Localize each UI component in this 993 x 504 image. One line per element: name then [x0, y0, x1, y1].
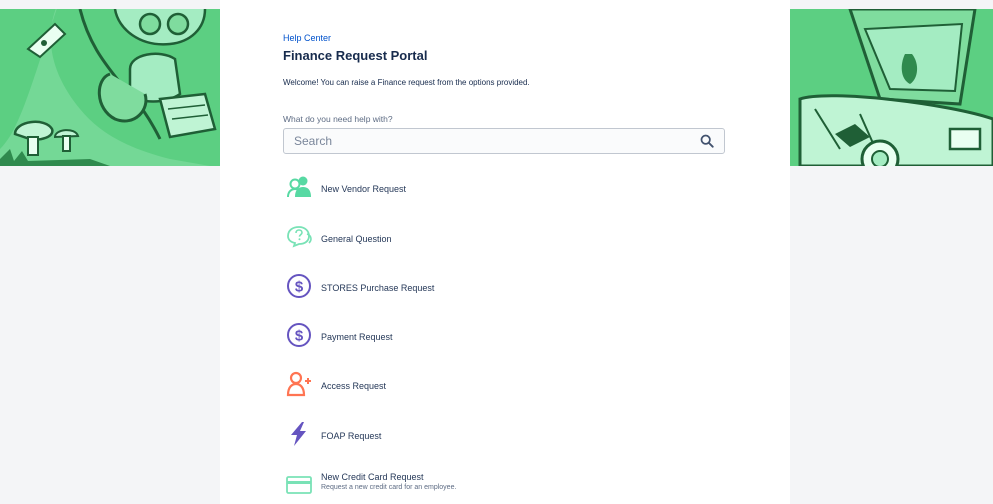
request-type-label: New Vendor Request	[321, 184, 407, 194]
banner-cart-illustration	[790, 9, 993, 166]
welcome-message: Welcome! You can raise a Finance request…	[283, 78, 530, 87]
request-type-label: Payment Request	[321, 332, 393, 342]
breadcrumb-help-center[interactable]: Help Center	[283, 33, 331, 43]
request-type-label: STORES Purchase Request	[321, 283, 435, 293]
request-type-label: Access Request	[321, 381, 387, 391]
request-type-general-question[interactable]: General Question	[283, 223, 723, 253]
request-type-new-credit-card[interactable]: New Credit Card Request Request a new cr…	[283, 470, 723, 500]
credit-card-icon	[286, 476, 312, 494]
search-label: What do you need help with?	[283, 114, 393, 124]
banner-robot-illustration	[0, 9, 220, 166]
request-type-new-vendor[interactable]: New Vendor Request	[283, 173, 723, 203]
request-type-access[interactable]: Access Request	[283, 370, 723, 400]
search-icon[interactable]	[700, 134, 714, 148]
question-bubble-icon	[287, 226, 312, 248]
page-title: Finance Request Portal	[283, 48, 428, 63]
search-box[interactable]	[283, 128, 725, 154]
svg-text:$: $	[295, 328, 304, 345]
search-input[interactable]	[284, 129, 694, 153]
main-panel: Help Center Finance Request Portal Welco…	[220, 0, 790, 504]
dollar-icon: $	[287, 323, 311, 347]
request-type-label: FOAP Request	[321, 431, 382, 441]
request-type-foap[interactable]: FOAP Request	[283, 420, 723, 450]
request-type-description: Request a new credit card for an employe…	[321, 484, 457, 491]
request-type-payment[interactable]: $ Payment Request	[283, 321, 723, 351]
request-type-stores-purchase[interactable]: $ STORES Purchase Request	[283, 272, 723, 302]
request-type-label: General Question	[321, 234, 392, 244]
new-vendor-icon	[287, 176, 311, 198]
add-person-icon	[286, 371, 311, 397]
lightning-icon	[291, 422, 306, 446]
dollar-icon: $	[287, 274, 311, 298]
request-type-label: New Credit Card Request	[321, 472, 424, 482]
svg-text:$: $	[295, 279, 304, 296]
